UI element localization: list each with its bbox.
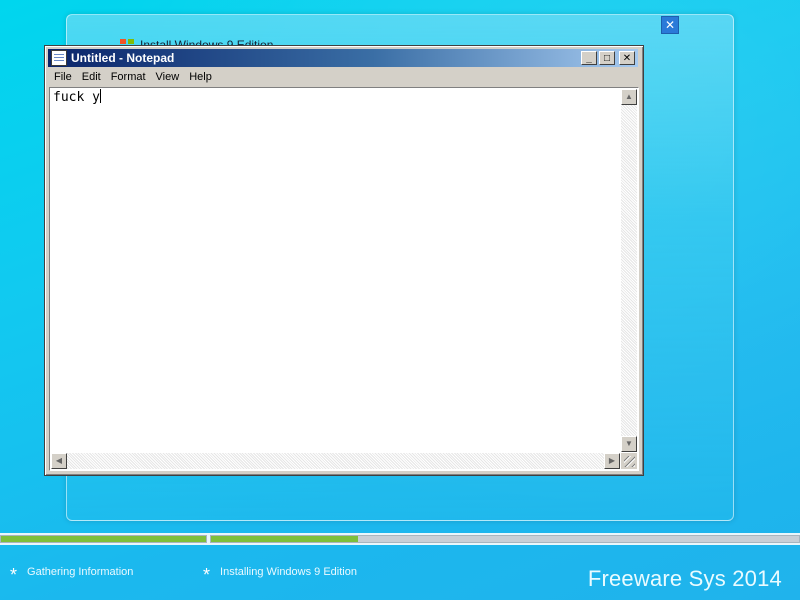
menu-help[interactable]: Help [184, 71, 217, 83]
notepad-window[interactable]: Untitled - Notepad _ □ ✕ File Edit Forma… [44, 45, 644, 476]
installer-close-button[interactable]: ✕ [661, 16, 679, 34]
progress-fill-installing [211, 536, 358, 542]
menu-view[interactable]: View [151, 71, 185, 83]
resize-grip-icon[interactable] [621, 453, 637, 469]
menu-bar: File Edit Format View Help [48, 68, 638, 86]
menu-format[interactable]: Format [106, 71, 151, 83]
progress-fill-gathering [1, 536, 206, 542]
close-button[interactable]: ✕ [619, 51, 635, 65]
step-label: Gathering Information [27, 566, 134, 578]
scroll-up-icon[interactable]: ▲ [621, 89, 637, 105]
progress-strip [0, 533, 800, 545]
progress-bar-gathering [0, 535, 207, 543]
menu-file[interactable]: File [48, 71, 77, 83]
notepad-icon [51, 50, 67, 66]
notepad-titlebar[interactable]: Untitled - Notepad _ □ ✕ [48, 49, 638, 67]
minimize-button[interactable]: _ [581, 51, 597, 65]
step-installing: * Installing Windows 9 Edition [203, 560, 357, 584]
window-controls: _ □ ✕ [581, 51, 635, 65]
step-star-icon: * [203, 565, 211, 585]
progress-bar-installing [210, 535, 800, 543]
text-caret [99, 89, 101, 103]
step-star-icon: * [10, 565, 18, 585]
editor-text: fuck y [53, 90, 100, 105]
step-gathering: * Gathering Information [10, 560, 133, 584]
scroll-right-icon[interactable]: ▶ [604, 453, 620, 469]
maximize-button[interactable]: □ [599, 51, 615, 65]
scroll-down-icon[interactable]: ▼ [621, 436, 637, 452]
editor-content: fuck y [53, 89, 101, 105]
scroll-left-icon[interactable]: ◀ [51, 453, 67, 469]
step-label: Installing Windows 9 Edition [220, 566, 357, 578]
menu-edit[interactable]: Edit [77, 71, 106, 83]
close-icon: ✕ [664, 18, 676, 32]
brand-text: Freeware Sys 2014 [587, 566, 782, 591]
vertical-scrollbar[interactable]: ▲ ▼ [621, 89, 637, 452]
notepad-title: Untitled - Notepad [71, 51, 175, 65]
text-editor-area[interactable]: fuck y ▲ ▼ ◀ ▶ [49, 87, 639, 471]
horizontal-scrollbar[interactable]: ◀ ▶ [51, 453, 620, 469]
